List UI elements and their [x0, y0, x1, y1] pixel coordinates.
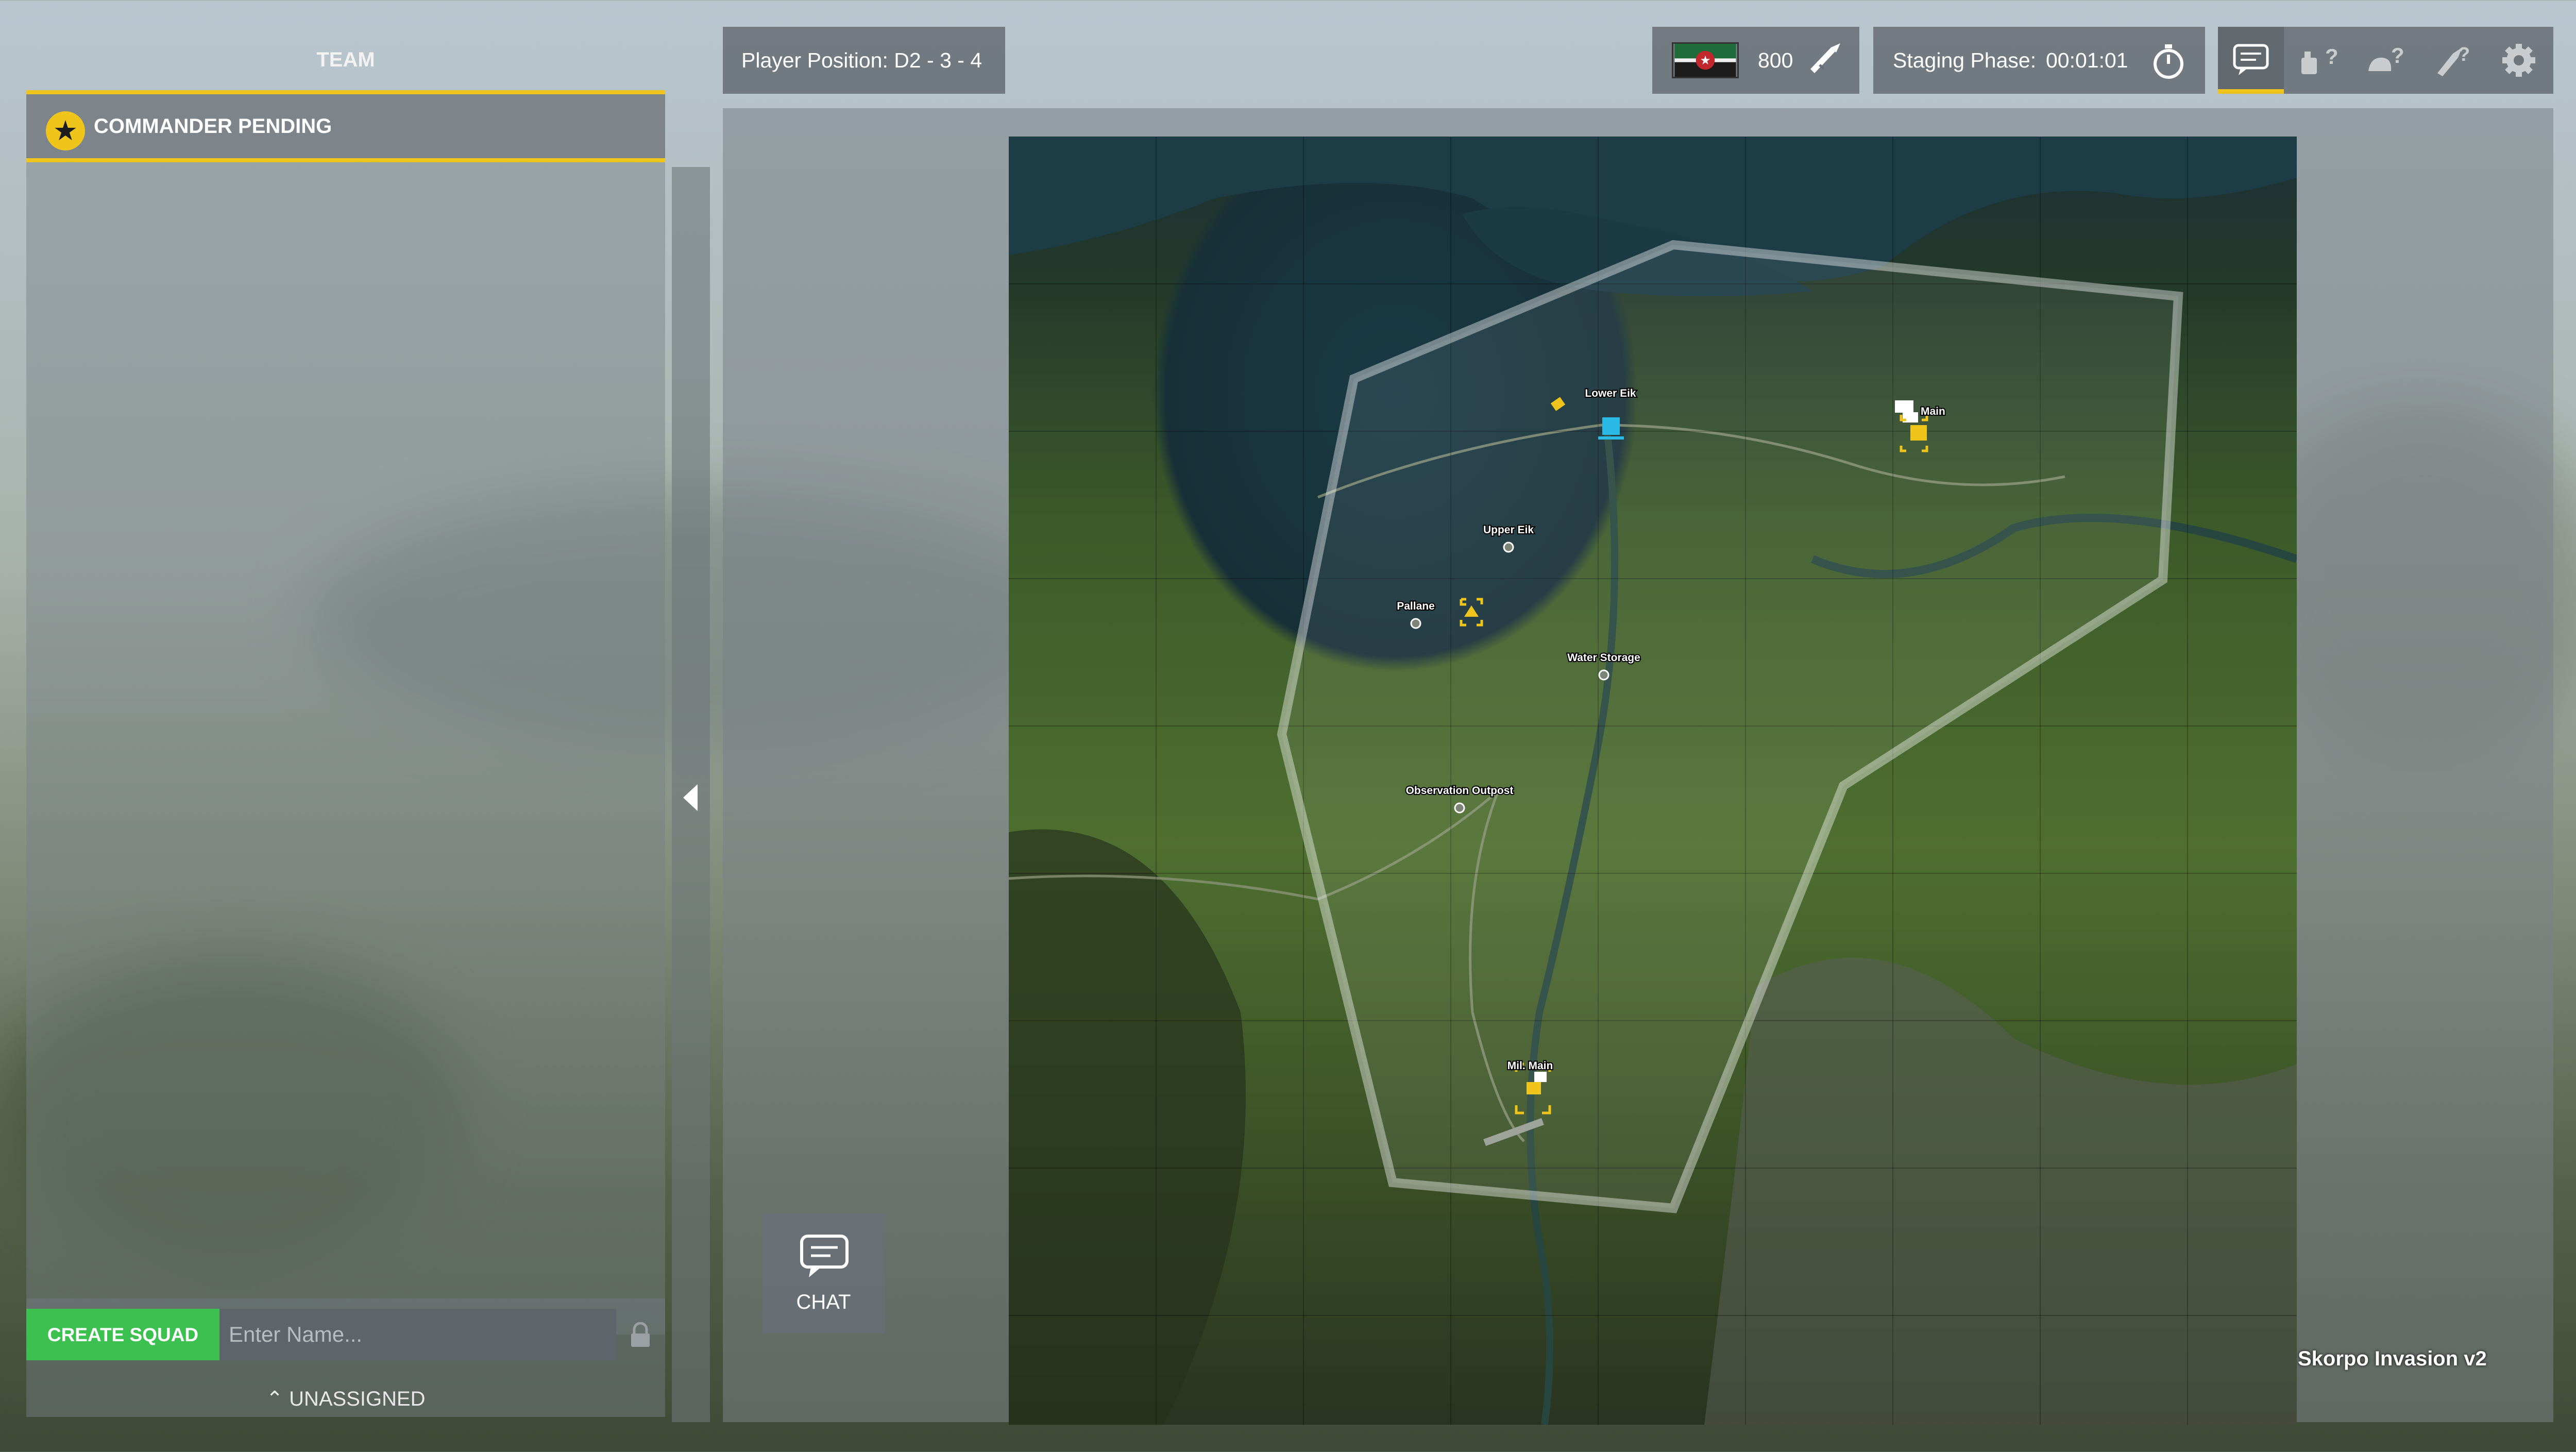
menu-toolbar: ? ? ?	[2218, 27, 2553, 94]
chat-bubble-icon	[800, 1235, 849, 1277]
map-name: Skorpo Invasion v2	[2298, 1347, 2487, 1370]
svg-text:?: ?	[2391, 43, 2404, 67]
faction-flag-icon: ★	[1672, 42, 1739, 78]
team-title: TEAM	[316, 48, 375, 71]
chat-label: CHAT	[796, 1291, 851, 1313]
ticket-icon	[1810, 43, 1840, 73]
menu-helmet-help-button[interactable]: ?	[2352, 27, 2418, 94]
chat-button[interactable]: CHAT	[762, 1213, 885, 1333]
phase-box: Staging Phase: 00:01:01	[1873, 27, 2205, 94]
create-squad-bar: CREATE SQUAD ⌃ UNASSIGNED	[26, 1298, 665, 1417]
location-label: Water Storage	[1567, 652, 1640, 664]
stopwatch-icon	[2154, 44, 2183, 79]
location-label: Observation Outpost	[1406, 785, 1514, 797]
location-label: Upper Eik	[1483, 524, 1534, 536]
svg-text:★: ★	[1700, 53, 1710, 67]
vehicle-help-icon: ?	[2301, 44, 2337, 74]
location-label: Lower Eik	[1585, 387, 1636, 399]
commander-label: COMMANDER PENDING	[94, 115, 332, 138]
phase-timer: 00:01:01	[2046, 48, 2128, 72]
chevron-left-icon	[683, 784, 698, 811]
tickets-box: ★ 800	[1652, 27, 1859, 94]
phase-label: Staging Phase:	[1893, 48, 2037, 72]
chevron-up-icon: ⌃	[266, 1388, 290, 1410]
squad-name-input[interactable]	[219, 1309, 616, 1360]
unassigned-label: UNASSIGNED	[289, 1388, 426, 1410]
helmet-help-icon: ?	[2368, 43, 2404, 71]
collapse-panel-button[interactable]	[672, 167, 710, 1422]
menu-vehicle-help-button[interactable]: ?	[2285, 27, 2351, 94]
squad-list	[26, 162, 665, 1335]
menu-chat-button[interactable]	[2218, 27, 2284, 94]
team-panel: TEAM ★ COMMANDER PENDING CREATE SQUAD ⌃ …	[26, 36, 665, 1422]
chat-icon	[2233, 44, 2269, 75]
svg-text:?: ?	[2325, 44, 2337, 69]
commander-slot[interactable]: ★ COMMANDER PENDING	[26, 90, 665, 162]
star-icon: ★	[46, 111, 85, 150]
gear-icon	[2502, 44, 2535, 77]
lock-icon[interactable]	[629, 1322, 652, 1348]
player-position-box: Player Position: D2 - 3 - 4	[723, 27, 1005, 94]
create-squad-button[interactable]: CREATE SQUAD	[26, 1309, 219, 1360]
location-label: Pallane	[1397, 600, 1435, 612]
location-label: Mil. Main	[1507, 1060, 1553, 1072]
player-position-text: Player Position: D2 - 3 - 4	[741, 48, 982, 72]
location-label: Main	[1921, 406, 1945, 417]
deploy-help-icon: ?	[2437, 44, 2470, 76]
tickets-count: 800	[1758, 48, 1793, 72]
menu-settings-button[interactable]	[2486, 27, 2552, 94]
tactical-map[interactable]: Lower Eik Main Upper Eik Pallane Water S…	[1009, 137, 2297, 1425]
menu-deploy-help-button[interactable]: ?	[2419, 27, 2485, 94]
unassigned-toggle[interactable]: ⌃ UNASSIGNED	[26, 1381, 665, 1417]
svg-text:?: ?	[2458, 44, 2470, 65]
